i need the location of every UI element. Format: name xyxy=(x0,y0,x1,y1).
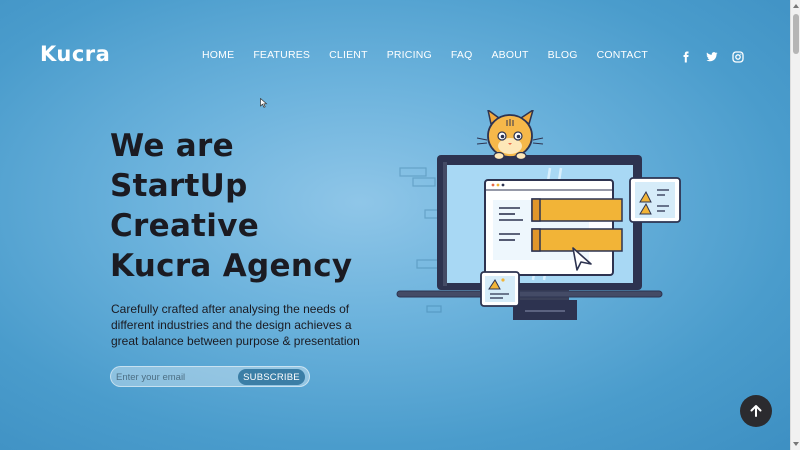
hero-title: We are StartUp Creative Kucra Agency xyxy=(110,126,352,286)
monitor-base xyxy=(396,290,663,298)
scroll-down-arrow[interactable] xyxy=(793,442,799,446)
back-to-top-button[interactable] xyxy=(740,395,772,427)
hero-description: Carefully crafted after analysing the ne… xyxy=(111,302,360,348)
email-input[interactable] xyxy=(116,369,236,385)
scrollbar-thumb[interactable] xyxy=(793,14,799,54)
hero-title-line: StartUp xyxy=(110,168,248,204)
nav-item-home[interactable]: HOME xyxy=(202,49,234,61)
hero-illustration xyxy=(395,109,685,329)
subscribe-form: SUBSCRIBE xyxy=(110,366,310,387)
page-scrollbar[interactable] xyxy=(790,0,800,450)
background-blocks xyxy=(399,167,442,313)
instagram-icon[interactable] xyxy=(732,48,744,63)
nav-item-about[interactable]: ABOUT xyxy=(491,49,528,61)
hero-title-line: Kucra Agency xyxy=(110,248,353,284)
mouse-cursor-icon xyxy=(260,93,268,112)
hero-title-line: We are xyxy=(110,128,234,164)
brand-logo[interactable]: Kucra xyxy=(40,42,110,66)
cat-mascot xyxy=(476,109,544,161)
facebook-icon[interactable] xyxy=(680,48,692,63)
subscribe-button[interactable]: SUBSCRIBE xyxy=(238,369,305,385)
nav-item-blog[interactable]: BLOG xyxy=(548,49,578,61)
nav-item-contact[interactable]: CONTACT xyxy=(597,49,648,61)
nav-item-features[interactable]: FEATURES xyxy=(253,49,310,61)
nav-item-faq[interactable]: FAQ xyxy=(451,49,473,61)
arrow-up-icon xyxy=(750,405,762,417)
scroll-up-arrow[interactable] xyxy=(793,4,799,8)
highlight-bar xyxy=(531,228,623,252)
nav-item-pricing[interactable]: PRICING xyxy=(387,49,432,61)
highlight-bar xyxy=(531,198,623,222)
social-links xyxy=(680,48,744,63)
nav-item-client[interactable]: CLIENT xyxy=(329,49,368,61)
twitter-icon[interactable] xyxy=(706,48,718,62)
main-nav: HOME FEATURES CLIENT PRICING FAQ ABOUT B… xyxy=(202,49,667,61)
hero-title-line: Creative xyxy=(110,208,260,244)
monitor-stand xyxy=(513,300,577,320)
